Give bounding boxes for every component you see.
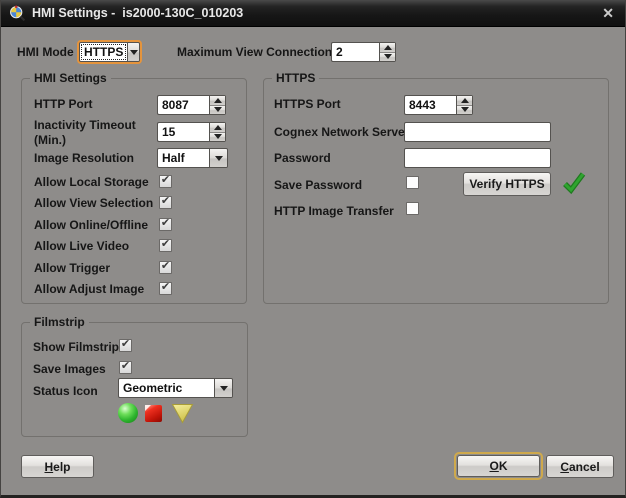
- cancel-button[interactable]: Cancel: [546, 455, 614, 478]
- check-icon: ✔: [160, 175, 171, 186]
- spin-up-icon[interactable]: [457, 96, 472, 106]
- save-password-checkbox[interactable]: ✔: [406, 176, 419, 189]
- status-pass-sphere-icon: [118, 403, 138, 423]
- allow-trigger-checkbox[interactable]: ✔: [159, 261, 172, 274]
- ok-button-focus-ring: OK: [454, 452, 543, 480]
- https-port-label: HTTPS Port: [274, 97, 341, 112]
- image-resolution-select[interactable]: Half: [157, 148, 228, 168]
- insight-app-icon: [9, 5, 26, 22]
- help-button[interactable]: Help: [21, 455, 94, 478]
- close-icon[interactable]: ✕: [602, 0, 614, 26]
- check-icon: ✔: [120, 361, 131, 372]
- spin-down-icon[interactable]: [457, 106, 472, 115]
- max-view-connections-label: Maximum View Connections: [177, 45, 339, 60]
- max-view-connections-value[interactable]: 2: [331, 42, 379, 62]
- inactivity-timeout-value[interactable]: 15: [157, 122, 209, 142]
- inactivity-timeout-stepper[interactable]: 15: [157, 122, 226, 142]
- hmi-mode-value: HTTPS: [80, 43, 127, 61]
- image-resolution-label: Image Resolution: [34, 151, 134, 166]
- http-image-transfer-label: HTTP Image Transfer: [274, 204, 394, 219]
- allow-view-selection-checkbox[interactable]: ✔: [159, 196, 172, 209]
- spin-up-icon[interactable]: [380, 43, 395, 53]
- dialog-title: HMI Settings - is2000-130C_010203: [32, 0, 243, 27]
- allow-trigger-label: Allow Trigger: [34, 261, 110, 276]
- allow-live-video-checkbox[interactable]: ✔: [159, 239, 172, 252]
- hmi-settings-dialog: HMI Settings - is2000-130C_010203 ✕ HMI …: [0, 0, 626, 498]
- check-icon: ✔: [160, 196, 171, 207]
- allow-view-selection-label: Allow View Selection: [34, 196, 153, 211]
- save-password-label: Save Password: [274, 178, 362, 193]
- spin-up-icon[interactable]: [210, 96, 225, 106]
- image-resolution-value: Half: [158, 149, 209, 167]
- status-fail-square-icon: [145, 405, 162, 422]
- http-port-value[interactable]: 8087: [157, 95, 209, 115]
- save-images-label: Save Images: [33, 362, 106, 377]
- max-view-connections-stepper[interactable]: 2: [331, 42, 396, 62]
- check-icon: ✔: [160, 282, 171, 293]
- save-images-checkbox[interactable]: ✔: [119, 361, 132, 374]
- allow-adjust-image-checkbox[interactable]: ✔: [159, 282, 172, 295]
- http-port-label: HTTP Port: [34, 97, 92, 112]
- cognex-network-server-input[interactable]: [404, 122, 551, 142]
- chevron-down-icon[interactable]: [214, 379, 232, 397]
- cognex-network-server-label: Cognex Network Server: [274, 125, 409, 140]
- spin-down-icon[interactable]: [210, 133, 225, 142]
- allow-online-offline-checkbox[interactable]: ✔: [159, 218, 172, 231]
- allow-adjust-image-label: Allow Adjust Image: [34, 282, 144, 297]
- allow-local-storage-checkbox[interactable]: ✔: [159, 175, 172, 188]
- spin-down-icon[interactable]: [380, 53, 395, 62]
- show-filmstrip-checkbox[interactable]: ✔: [119, 339, 132, 352]
- password-label: Password: [274, 151, 331, 166]
- https-group-title: HTTPS: [272, 71, 319, 86]
- hmi-settings-group-title: HMI Settings: [30, 71, 111, 86]
- chevron-down-icon[interactable]: [209, 149, 227, 167]
- ok-button[interactable]: OK: [457, 455, 540, 477]
- status-icon-value: Geometric: [119, 379, 214, 397]
- verify-success-checkmark-icon: [561, 170, 586, 195]
- filmstrip-group-title: Filmstrip: [30, 315, 89, 330]
- inactivity-timeout-label: Inactivity Timeout (Min.): [34, 118, 136, 148]
- http-port-stepper[interactable]: 8087: [157, 95, 226, 115]
- spin-down-icon[interactable]: [210, 106, 225, 115]
- check-icon: ✔: [160, 218, 171, 229]
- check-icon: ✔: [160, 261, 171, 272]
- password-input[interactable]: [404, 148, 551, 168]
- verify-https-button[interactable]: Verify HTTPS: [463, 172, 551, 196]
- spin-up-icon[interactable]: [210, 123, 225, 133]
- https-port-stepper[interactable]: 8443: [404, 95, 473, 115]
- chevron-down-icon[interactable]: [127, 43, 139, 61]
- status-icon-select[interactable]: Geometric: [118, 378, 233, 398]
- allow-online-offline-label: Allow Online/Offline: [34, 218, 148, 233]
- check-icon: ✔: [120, 339, 131, 350]
- allow-local-storage-label: Allow Local Storage: [34, 175, 149, 190]
- allow-live-video-label: Allow Live Video: [34, 239, 129, 254]
- hmi-mode-select[interactable]: HTTPS: [79, 42, 140, 62]
- titlebar[interactable]: HMI Settings - is2000-130C_010203 ✕: [1, 0, 625, 27]
- show-filmstrip-label: Show Filmstrip: [33, 340, 119, 355]
- http-image-transfer-checkbox[interactable]: ✔: [406, 202, 419, 215]
- hmi-mode-label: HMI Mode: [17, 45, 74, 60]
- status-warn-triangle-icon: [171, 403, 194, 424]
- status-icon-label: Status Icon: [33, 384, 98, 399]
- https-port-value[interactable]: 8443: [404, 95, 456, 115]
- check-icon: ✔: [160, 239, 171, 250]
